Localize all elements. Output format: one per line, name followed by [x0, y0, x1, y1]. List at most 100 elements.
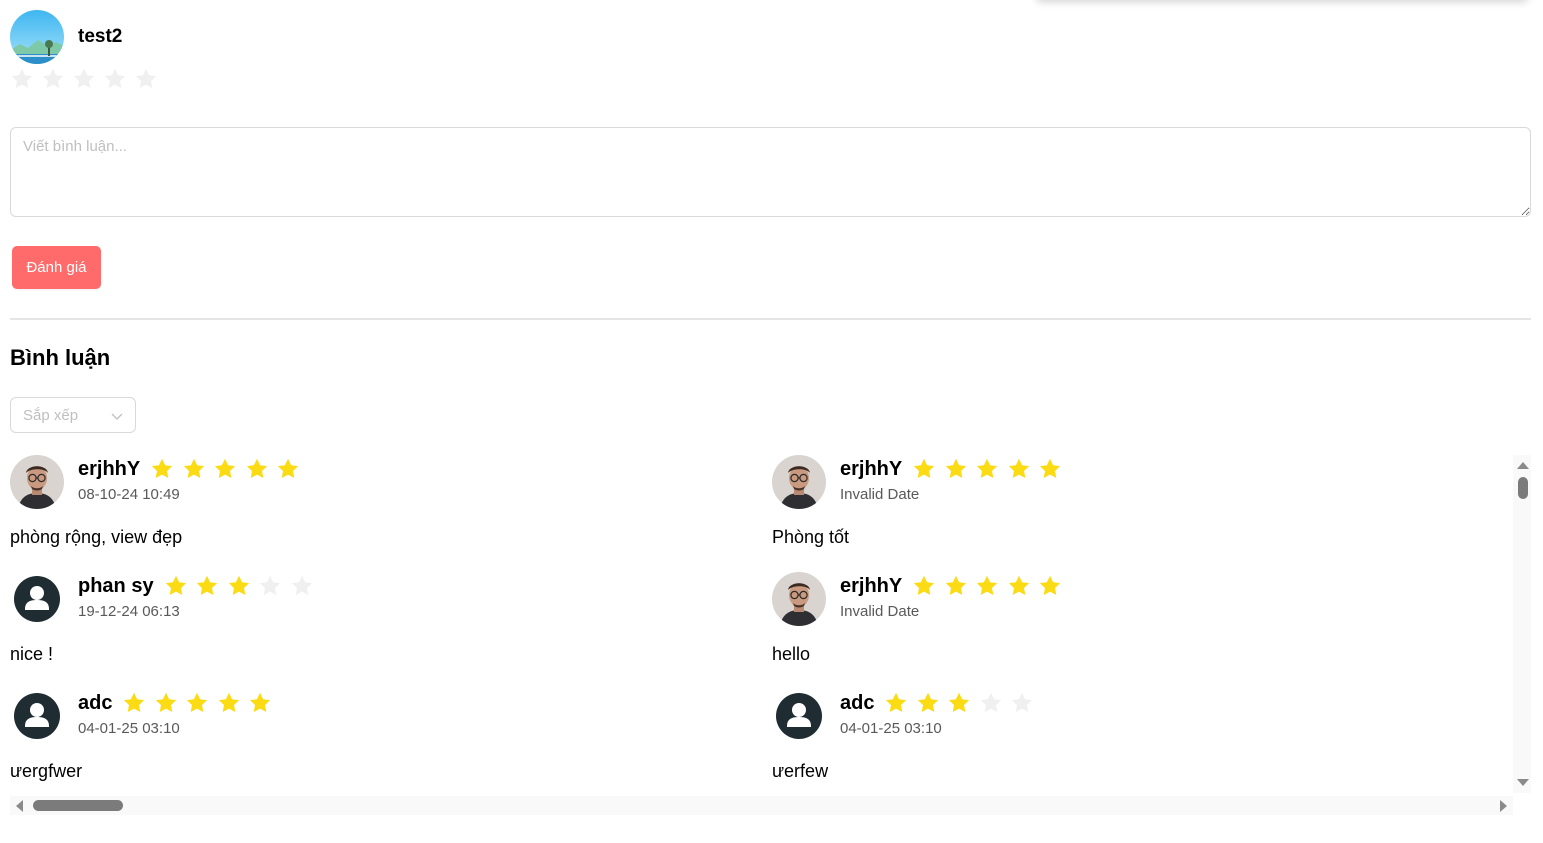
default-user-avatar-icon	[10, 689, 64, 743]
man-glasses-avatar-icon	[10, 455, 64, 509]
star-icon	[947, 691, 971, 715]
star-icon[interactable]	[72, 67, 96, 91]
review-header: erjhhY 08-10-24 10:49	[10, 455, 710, 509]
review-name-line: adc	[78, 691, 272, 715]
star-icon	[245, 457, 269, 481]
star-icon	[1038, 457, 1062, 481]
star-icon[interactable]	[10, 67, 34, 91]
reviewer-name: adc	[840, 691, 875, 714]
review-name-line: phan sy	[78, 574, 314, 598]
star-icon	[975, 457, 999, 481]
scroll-left-arrow-icon[interactable]	[16, 800, 23, 812]
scroll-right-arrow-icon[interactable]	[1500, 800, 1507, 812]
review-meta: erjhhY Invalid Date	[840, 572, 1062, 620]
horizontal-scroll-thumb[interactable]	[33, 800, 123, 811]
landscape-avatar-icon	[10, 10, 64, 64]
review-text: hello	[772, 644, 811, 664]
review-name-line: erjhhY	[78, 457, 300, 481]
review-name-line: adc	[840, 691, 1034, 715]
star-icon	[916, 691, 940, 715]
reviewer-name: erjhhY	[78, 457, 141, 480]
chevron-down-icon	[111, 409, 123, 421]
reviews-scroll-area[interactable]: erjhhY 08-10-24 10:49 phòng rộng, view đẹp…	[10, 455, 1531, 815]
man-glasses-avatar-icon	[772, 455, 826, 509]
review-item: erjhhY Invalid Date hello	[772, 572, 1472, 689]
review-meta: adc 04-01-25 03:10	[840, 689, 1034, 737]
current-user-header: test2	[10, 10, 122, 64]
reviewer-name: phan sy	[78, 574, 154, 597]
star-icon	[122, 691, 146, 715]
star-icon	[150, 457, 174, 481]
rating-input[interactable]	[10, 67, 158, 91]
star-icon	[164, 574, 188, 598]
star-icon	[195, 574, 219, 598]
reviewer-name: erjhhY	[840, 574, 903, 597]
review-rating	[150, 457, 300, 481]
review-text: phòng rộng, view đẹp	[10, 527, 183, 547]
review-rating	[122, 691, 272, 715]
review-date: Invalid Date	[840, 486, 920, 503]
star-icon	[944, 574, 968, 598]
review-item: erjhhY Invalid Date Phòng tốt	[772, 455, 1472, 572]
submit-review-button[interactable]: Đánh giá	[12, 246, 101, 289]
review-date: 04-01-25 03:10	[78, 720, 180, 737]
review-name-line: erjhhY	[840, 574, 1062, 598]
default-user-avatar-icon	[10, 572, 64, 626]
review-meta: phan sy 19-12-24 06:13	[78, 572, 314, 620]
reviewer-name: adc	[78, 691, 113, 714]
current-user-name: test2	[78, 26, 123, 47]
star-icon	[185, 691, 209, 715]
reviewer-name: erjhhY	[840, 457, 903, 480]
review-item: adc 04-01-25 03:10 ưergfwer	[10, 689, 710, 793]
star-icon	[884, 691, 908, 715]
star-icon[interactable]	[103, 67, 127, 91]
vertical-scrollbar[interactable]	[1513, 455, 1531, 793]
review-rating	[884, 691, 1034, 715]
sort-select[interactable]: Sắp xếp	[10, 397, 136, 433]
review-item: erjhhY 08-10-24 10:49 phòng rộng, view đẹp	[10, 455, 710, 572]
star-icon	[912, 457, 936, 481]
review-text: ưerfew	[772, 761, 829, 781]
review-header: erjhhY Invalid Date	[772, 455, 1472, 509]
star-icon	[944, 457, 968, 481]
review-item: adc 04-01-25 03:10 ưerfew	[772, 689, 1472, 793]
review-meta: adc 04-01-25 03:10	[78, 689, 272, 737]
star-icon	[258, 574, 282, 598]
star-icon[interactable]	[134, 67, 158, 91]
review-meta: erjhhY 08-10-24 10:49	[78, 455, 300, 503]
review-date: Invalid Date	[840, 603, 920, 620]
star-icon	[248, 691, 272, 715]
review-rating	[912, 457, 1062, 481]
review-item: phan sy 19-12-24 06:13 nice !	[10, 572, 710, 689]
man-glasses-avatar-icon	[772, 572, 826, 626]
star-icon	[213, 457, 237, 481]
star-icon	[290, 574, 314, 598]
star-icon	[912, 574, 936, 598]
comments-section-title: Bình luận	[10, 345, 111, 370]
star-icon	[979, 691, 1003, 715]
review-rating	[912, 574, 1062, 598]
horizontal-scrollbar[interactable]	[10, 796, 1513, 815]
star-icon	[975, 574, 999, 598]
vertical-scroll-thumb[interactable]	[1518, 477, 1528, 499]
review-header: erjhhY Invalid Date	[772, 572, 1472, 626]
star-icon	[182, 457, 206, 481]
review-date: 08-10-24 10:49	[78, 486, 180, 503]
section-divider	[10, 318, 1531, 320]
review-text: Phòng tốt	[772, 527, 850, 547]
comment-textarea[interactable]	[10, 127, 1531, 217]
star-icon	[1038, 574, 1062, 598]
review-meta: erjhhY Invalid Date	[840, 455, 1062, 503]
review-date: 19-12-24 06:13	[78, 603, 180, 620]
star-icon[interactable]	[41, 67, 65, 91]
review-header: phan sy 19-12-24 06:13	[10, 572, 710, 626]
review-date: 04-01-25 03:10	[840, 720, 942, 737]
scroll-up-arrow-icon[interactable]	[1517, 462, 1529, 469]
sort-select-placeholder: Sắp xếp	[23, 406, 79, 424]
scroll-down-arrow-icon[interactable]	[1517, 779, 1529, 786]
review-name-line: erjhhY	[840, 457, 1062, 481]
default-user-avatar-icon	[772, 689, 826, 743]
star-icon	[1007, 457, 1031, 481]
review-header: adc 04-01-25 03:10	[10, 689, 710, 743]
star-icon	[217, 691, 241, 715]
